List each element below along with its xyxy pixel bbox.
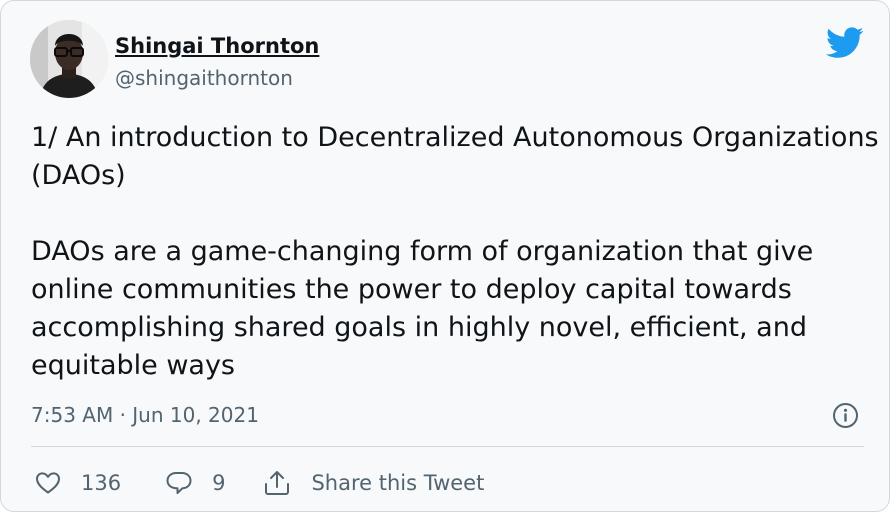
reply-button[interactable]: 9 (165, 470, 225, 496)
author-handle[interactable]: @shingaithornton (115, 63, 319, 93)
tweet-paragraph: 1/ An introduction to Decentralized Auto… (31, 122, 879, 191)
tweet-actions: 136 9 Share this Tweet (35, 466, 484, 500)
reply-count: 9 (212, 471, 226, 495)
info-icon[interactable] (832, 402, 859, 429)
tweet-timestamp[interactable]: 7:53 AM · Jun 10, 2021 (31, 400, 259, 430)
like-count: 136 (81, 471, 122, 495)
heart-icon (36, 472, 60, 494)
divider (31, 446, 864, 447)
avatar[interactable] (30, 20, 108, 98)
share-upload-icon (265, 471, 290, 495)
tweet-paragraph: DAOs are a game-changing form of organiz… (31, 236, 814, 381)
twitter-bird-icon[interactable] (826, 27, 864, 59)
avatar-image (30, 20, 108, 98)
tweet-card: Shingai Thornton @shingaithornton 1/ An … (0, 0, 890, 512)
author-block: Shingai Thornton @shingaithornton (115, 31, 319, 93)
share-tweet-button[interactable]: Share this Tweet (263, 470, 484, 496)
speech-bubble-icon (166, 472, 192, 494)
like-button[interactable]: 136 (35, 471, 121, 495)
author-name[interactable]: Shingai Thornton (115, 31, 319, 61)
tweet-text: 1/ An introduction to Decentralized Auto… (31, 119, 881, 385)
share-tweet-label: Share this Tweet (311, 471, 485, 495)
